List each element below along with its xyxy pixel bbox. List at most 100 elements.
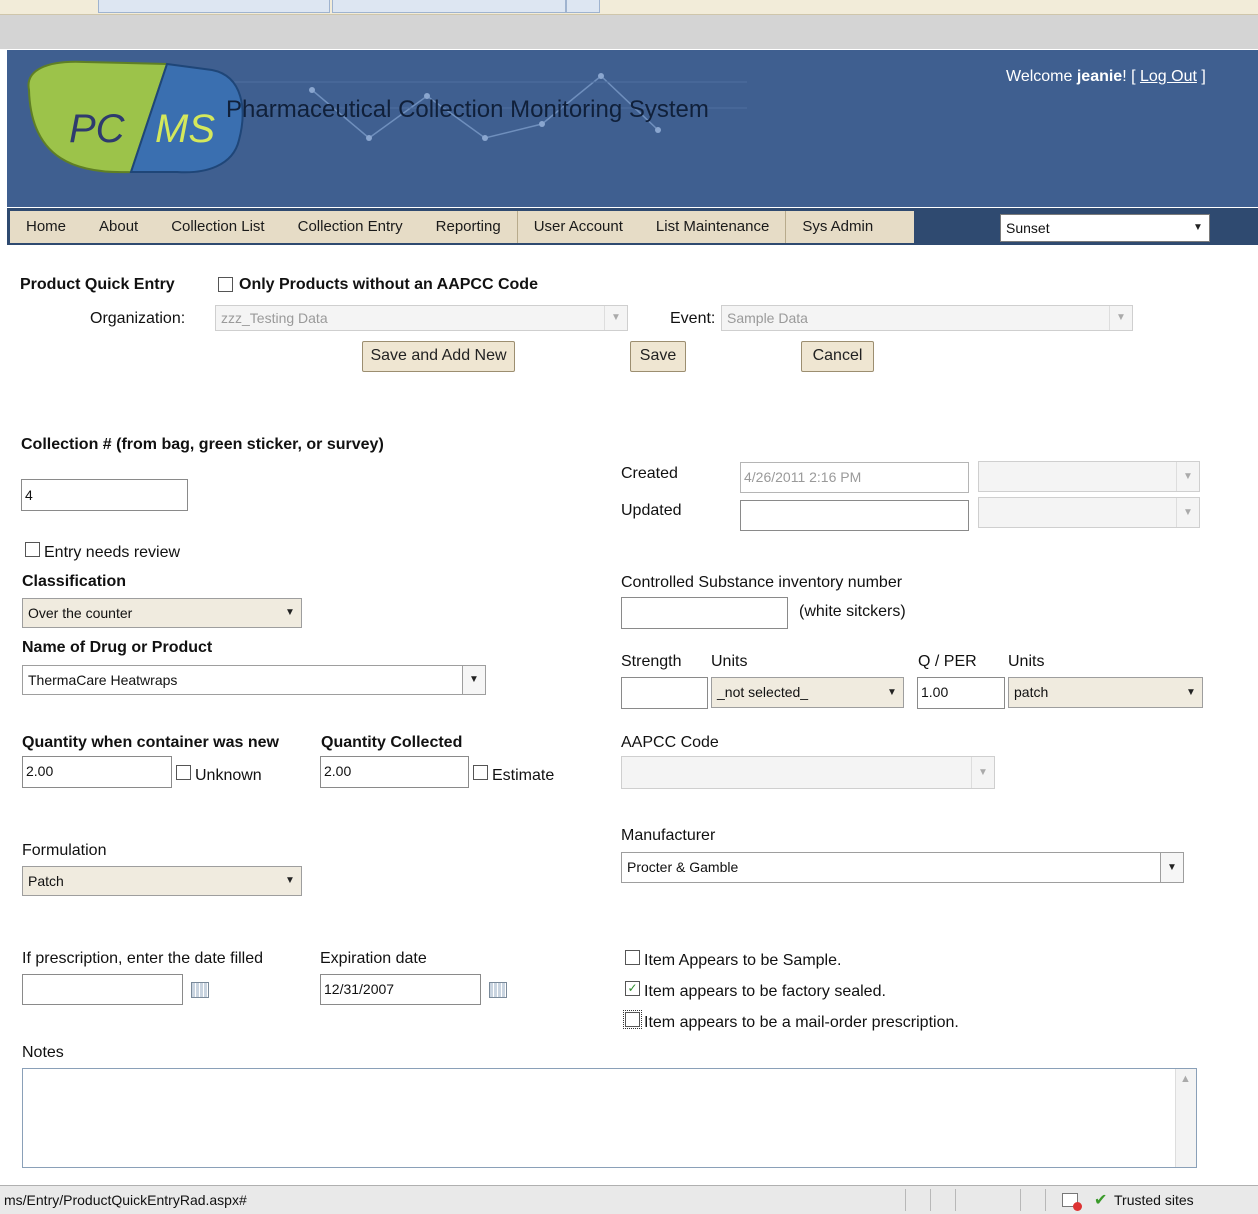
notes-scrollbar[interactable]: ▲ (1175, 1069, 1196, 1167)
browser-tab[interactable] (566, 0, 600, 13)
expiration-input[interactable]: 12/31/2007 (320, 974, 481, 1005)
cs-inventory-hint: (white sitckers) (799, 603, 906, 620)
nav-item-sys-admin[interactable]: Sys Admin (786, 211, 891, 243)
created-by-select[interactable]: ▼ (978, 461, 1200, 492)
chevron-down-icon: ▼ (1193, 222, 1203, 233)
factory-sealed-label: Item appears to be factory sealed. (644, 983, 886, 1000)
calendar-icon[interactable] (489, 982, 507, 998)
units-select[interactable]: _not selected_ ▼ (711, 677, 904, 708)
nav-item-user-account[interactable]: User Account (518, 211, 640, 243)
factory-sealed-checkbox[interactable]: ✓ (625, 981, 640, 996)
event-label: Event: (670, 310, 716, 327)
nav-item-reporting[interactable]: Reporting (420, 211, 518, 243)
chevron-down-icon: ▼ (1176, 462, 1199, 491)
only-without-aapcc-checkbox[interactable] (218, 277, 233, 292)
formulation-select[interactable]: Patch ▼ (22, 866, 302, 896)
nav-item-about[interactable]: About (83, 211, 156, 243)
qper-label: Q / PER (918, 653, 977, 670)
strength-input[interactable] (621, 677, 708, 709)
chevron-down-icon: ▼ (1186, 687, 1196, 698)
welcome-message: Welcome jeanie! [ Log Out ] (1006, 68, 1206, 85)
cancel-button[interactable]: Cancel (801, 341, 874, 372)
qty-new-label: Quantity when container was new (22, 734, 279, 751)
qty-collected-label: Quantity Collected (321, 734, 463, 751)
svg-text:MS: MS (155, 107, 215, 151)
drug-name-label: Name of Drug or Product (22, 639, 213, 656)
popup-blocked-icon[interactable] (1062, 1193, 1082, 1211)
pcms-logo-icon: PC MS (27, 60, 244, 174)
browser-gray-bar (0, 15, 1258, 49)
chevron-down-icon: ▼ (604, 306, 627, 330)
qty-collected-input[interactable]: 2.00 (320, 756, 469, 788)
status-url: ms/Entry/ProductQuickEntryRad.aspx# (4, 1192, 247, 1208)
chevron-down-icon: ▼ (285, 875, 295, 886)
rx-date-input[interactable] (22, 974, 183, 1005)
chevron-down-icon[interactable]: ▼ (462, 666, 485, 694)
nav-item-collection-entry[interactable]: Collection Entry (282, 211, 420, 243)
updated-label: Updated (621, 502, 682, 519)
check-icon: ✔ (1094, 1192, 1108, 1209)
quick-entry-title: Product Quick Entry (20, 276, 175, 293)
aapcc-label: AAPCC Code (621, 734, 719, 751)
expiration-label: Expiration date (320, 950, 427, 967)
organization-select[interactable]: zzz_Testing Data ▼ (215, 305, 628, 331)
cs-inventory-input[interactable] (621, 597, 788, 629)
aapcc-select[interactable]: ▼ (621, 756, 995, 789)
estimate-checkbox[interactable] (473, 765, 488, 780)
security-zone: Trusted sites (1114, 1192, 1194, 1208)
svg-text:PC: PC (69, 107, 126, 151)
cs-inventory-label: Controlled Substance inventory number (621, 574, 903, 591)
sample-checkbox[interactable] (625, 950, 640, 965)
organization-label: Organization: (90, 310, 186, 327)
scroll-up-icon[interactable]: ▲ (1180, 1073, 1191, 1085)
notes-label: Notes (22, 1044, 64, 1061)
units-label: Units (711, 653, 748, 670)
needs-review-checkbox[interactable] (25, 542, 40, 557)
manufacturer-label: Manufacturer (621, 827, 716, 844)
created-label: Created (621, 465, 678, 482)
chevron-down-icon[interactable]: ▼ (1160, 853, 1183, 882)
calendar-icon[interactable] (191, 982, 209, 998)
chevron-down-icon: ▼ (887, 687, 897, 698)
nav-item-collection-list[interactable]: Collection List (155, 211, 282, 243)
browser-status-bar: ms/Entry/ProductQuickEntryRad.aspx# ✔ Tr… (0, 1185, 1258, 1214)
qty-new-input[interactable]: 2.00 (22, 756, 172, 788)
nav-item-list-maintenance[interactable]: List Maintenance (640, 211, 787, 243)
manufacturer-combobox[interactable]: Procter & Gamble ▼ (621, 852, 1184, 883)
units2-label: Units (1008, 653, 1045, 670)
needs-review-label: Entry needs review (44, 544, 181, 561)
strength-label: Strength (621, 653, 682, 670)
nav-item-home[interactable]: Home (10, 211, 84, 243)
username: jeanie (1076, 68, 1123, 85)
check-icon: ✓ (627, 981, 638, 995)
classification-select[interactable]: Over the counter ▼ (22, 598, 302, 628)
units2-select[interactable]: patch ▼ (1008, 677, 1203, 708)
browser-tab[interactable] (332, 0, 566, 13)
formulation-label: Formulation (22, 842, 107, 859)
unknown-label: Unknown (195, 767, 262, 784)
mail-order-label: Item appears to be a mail-order prescrip… (644, 1014, 959, 1031)
notes-textarea[interactable]: ▲ (22, 1068, 1197, 1168)
logout-link[interactable]: Log Out (1140, 68, 1197, 85)
browser-tab[interactable] (98, 0, 330, 13)
save-button[interactable]: Save (630, 341, 686, 372)
classification-label: Classification (22, 573, 127, 590)
sample-label: Item Appears to be Sample. (644, 952, 842, 969)
nav-menu: Home About Collection List Collection En… (10, 211, 914, 243)
created-input[interactable]: 4/26/2011 2:16 PM (740, 462, 969, 493)
qper-input[interactable]: 1.00 (917, 677, 1005, 709)
event-select[interactable]: Sample Data ▼ (721, 305, 1133, 331)
drug-name-combobox[interactable]: ThermaCare Heatwraps ▼ (22, 665, 486, 695)
updated-by-select[interactable]: ▼ (978, 497, 1200, 528)
collection-number-label: Collection # (from bag, green sticker, o… (21, 436, 384, 453)
only-without-aapcc-label: Only Products without an AAPCC Code (239, 276, 538, 293)
collection-number-input[interactable]: 4 (21, 479, 188, 511)
save-and-add-new-button[interactable]: Save and Add New (362, 341, 515, 372)
chevron-down-icon: ▼ (971, 757, 994, 788)
mail-order-checkbox[interactable] (623, 1010, 642, 1029)
skin-select[interactable]: Sunset ▼ (1000, 214, 1210, 242)
rx-date-label: If prescription, enter the date filled (22, 950, 264, 967)
updated-input[interactable] (740, 500, 969, 531)
chevron-down-icon: ▼ (1176, 498, 1199, 527)
unknown-checkbox[interactable] (176, 765, 191, 780)
